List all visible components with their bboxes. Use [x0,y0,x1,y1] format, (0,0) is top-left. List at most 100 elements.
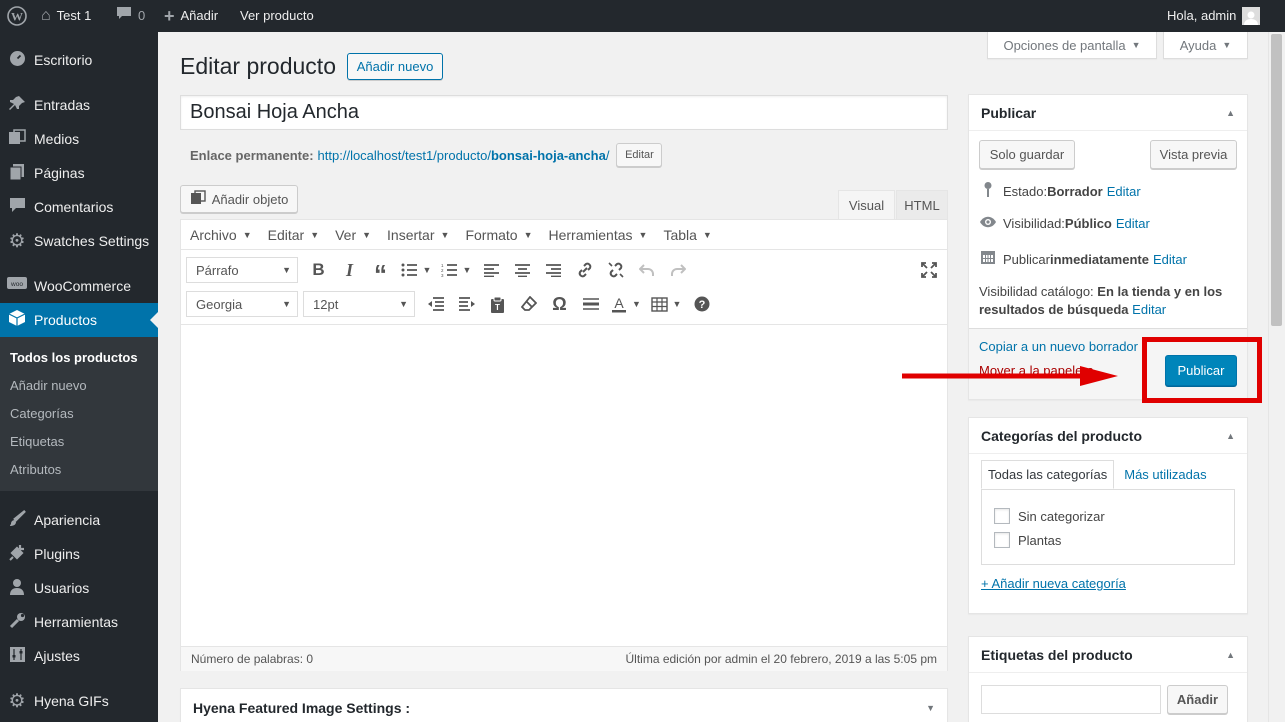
edit-catalog-link[interactable]: Editar [1132,302,1166,317]
site-name-link[interactable]: ⌂ Test 1 [41,0,91,32]
menu-tabla[interactable]: Tabla ▼ [663,227,711,243]
tab-most-used[interactable]: Más utilizadas [1118,460,1212,489]
edit-date-link[interactable]: Editar [1153,252,1187,267]
bold-button[interactable]: B [303,256,334,284]
menu-ver[interactable]: Ver ▼ [335,227,371,243]
scrollbar-thumb[interactable] [1271,34,1282,326]
menu-archivo[interactable]: Archivo ▼ [190,227,252,243]
copy-to-draft-link[interactable]: Copiar a un nuevo borrador [979,339,1138,354]
indent-icon[interactable] [451,290,482,318]
edit-visibility-link[interactable]: Editar [1116,216,1150,231]
clear-formatting-icon[interactable] [513,290,544,318]
menu-label: Herramientas [548,226,633,243]
publish-box-header[interactable]: Publicar ▲ [969,95,1247,131]
menu-item-medios[interactable]: Medios [0,122,158,156]
menu-item-plugins[interactable]: Plugins [0,537,158,571]
bullet-list-button[interactable]: ▼ [396,256,436,284]
editor-content-area[interactable] [181,325,947,646]
add-new-category-link[interactable]: + Añadir nueva categoría [981,576,1126,591]
plus-icon: + [164,6,175,26]
menu-item-usuarios[interactable]: Usuarios [0,571,158,605]
fullscreen-icon[interactable] [913,256,944,284]
remove-link-icon[interactable] [600,256,631,284]
product-title-input[interactable]: Bonsai Hoja Ancha [180,95,948,130]
menu-insertar[interactable]: Insertar ▼ [387,227,449,243]
menu-editar[interactable]: Editar ▼ [268,227,320,243]
comments-link[interactable]: 0 [116,0,145,32]
caret-up-icon[interactable]: ▲ [1226,431,1235,441]
save-draft-button[interactable]: Solo guardar [979,140,1075,169]
hyena-box-header[interactable]: Hyena Featured Image Settings : ▼ [181,689,947,722]
menu-item-paginas[interactable]: Páginas [0,156,158,190]
woo-icon: woo [7,277,27,295]
insert-link-icon[interactable] [569,256,600,284]
horizontal-line-icon[interactable] [575,290,606,318]
submenu-etiquetas[interactable]: Etiquetas [10,434,64,449]
screen-options-button[interactable]: Opciones de pantalla ▼ [987,32,1157,59]
numbered-list-button[interactable]: 1 2 3 ▼ [436,256,476,284]
my-account-link[interactable]: Hola, admin [1167,0,1261,32]
paste-text-icon[interactable]: T [482,290,513,318]
wordpress-logo-icon[interactable]: W [7,0,27,32]
menu-item-hyena-gifs[interactable]: ⚙ Hyena GIFs [0,684,158,718]
font-family-select[interactable]: Georgia ▼ [186,291,298,317]
category-checkbox[interactable] [994,508,1010,524]
undo-icon[interactable] [631,256,662,284]
menu-item-entradas[interactable]: Entradas [0,88,158,122]
menu-item-comentarios[interactable]: Comentarios [0,190,158,224]
menu-formato[interactable]: Formato ▼ [465,227,532,243]
add-new-product-button[interactable]: Añadir nuevo [347,53,443,80]
add-tag-button[interactable]: Añadir [1167,685,1228,714]
tab-visual[interactable]: Visual [838,190,895,219]
tags-box-header[interactable]: Etiquetas del producto ▲ [969,637,1247,673]
menu-item-escritorio[interactable]: Escritorio [0,43,158,77]
category-item[interactable]: Plantas [994,532,1061,548]
home-icon: ⌂ [41,7,51,24]
menu-item-woocommerce[interactable]: woo WooCommerce [0,269,158,303]
format-select[interactable]: Párrafo ▼ [186,257,298,283]
help-icon[interactable]: ? [686,290,717,318]
add-media-button[interactable]: Añadir objeto [180,185,298,213]
tab-html[interactable]: HTML [896,190,948,219]
text-color-button[interactable]: A ▼ [606,290,646,318]
view-product-link[interactable]: Ver producto [240,0,314,32]
help-button[interactable]: Ayuda ▼ [1163,32,1248,59]
category-item[interactable]: Sin categorizar [994,508,1105,524]
menu-herramientas[interactable]: Herramientas ▼ [548,227,647,243]
italic-button[interactable]: I [334,256,365,284]
box-icon [7,309,27,331]
edit-status-link[interactable]: Editar [1107,184,1141,199]
edit-slug-button[interactable]: Editar [616,143,663,167]
align-left-button[interactable] [476,256,507,284]
menu-item-ajustes[interactable]: Ajustes [0,639,158,673]
categories-box-header[interactable]: Categorías del producto ▲ [969,418,1247,454]
menu-item-productos[interactable]: Productos [0,303,158,337]
tag-input[interactable] [981,685,1161,714]
new-content-link[interactable]: + Añadir [164,0,218,32]
submenu-anadir-nuevo[interactable]: Añadir nuevo [10,378,87,393]
align-right-button[interactable] [538,256,569,284]
submenu-atributos[interactable]: Atributos [10,462,61,477]
caret-up-icon[interactable]: ▲ [1226,108,1235,118]
permalink-end: / [605,147,610,163]
align-center-button[interactable] [507,256,538,284]
tab-all-categories[interactable]: Todas las categorías [981,460,1115,489]
redo-icon[interactable] [662,256,693,284]
outdent-icon[interactable] [420,290,451,318]
special-character-icon[interactable]: Ω [544,290,575,318]
menu-item-apariencia[interactable]: Apariencia [0,503,158,537]
blockquote-button[interactable]: “ [365,256,396,287]
permalink-link[interactable]: http://localhost/test1/producto/bonsai-h… [318,148,610,163]
editor-menubar: Archivo ▼ Editar ▼ Ver ▼ Insertar ▼ Formato ▼… [181,220,947,250]
menu-label: Ajustes [34,648,80,664]
table-button[interactable]: ▼ [646,290,686,318]
category-checkbox[interactable] [994,532,1010,548]
menu-item-swatches-settings[interactable]: ⚙ Swatches Settings [0,224,158,258]
caret-down-icon[interactable]: ▼ [926,703,935,713]
caret-up-icon[interactable]: ▲ [1226,650,1235,660]
submenu-categorias[interactable]: Categorías [10,406,74,421]
submenu-todos-los-productos[interactable]: Todos los productos [10,350,138,365]
menu-item-herramientas[interactable]: Herramientas [0,605,158,639]
preview-button[interactable]: Vista previa [1150,140,1237,169]
font-size-select[interactable]: 12pt ▼ [303,291,415,317]
